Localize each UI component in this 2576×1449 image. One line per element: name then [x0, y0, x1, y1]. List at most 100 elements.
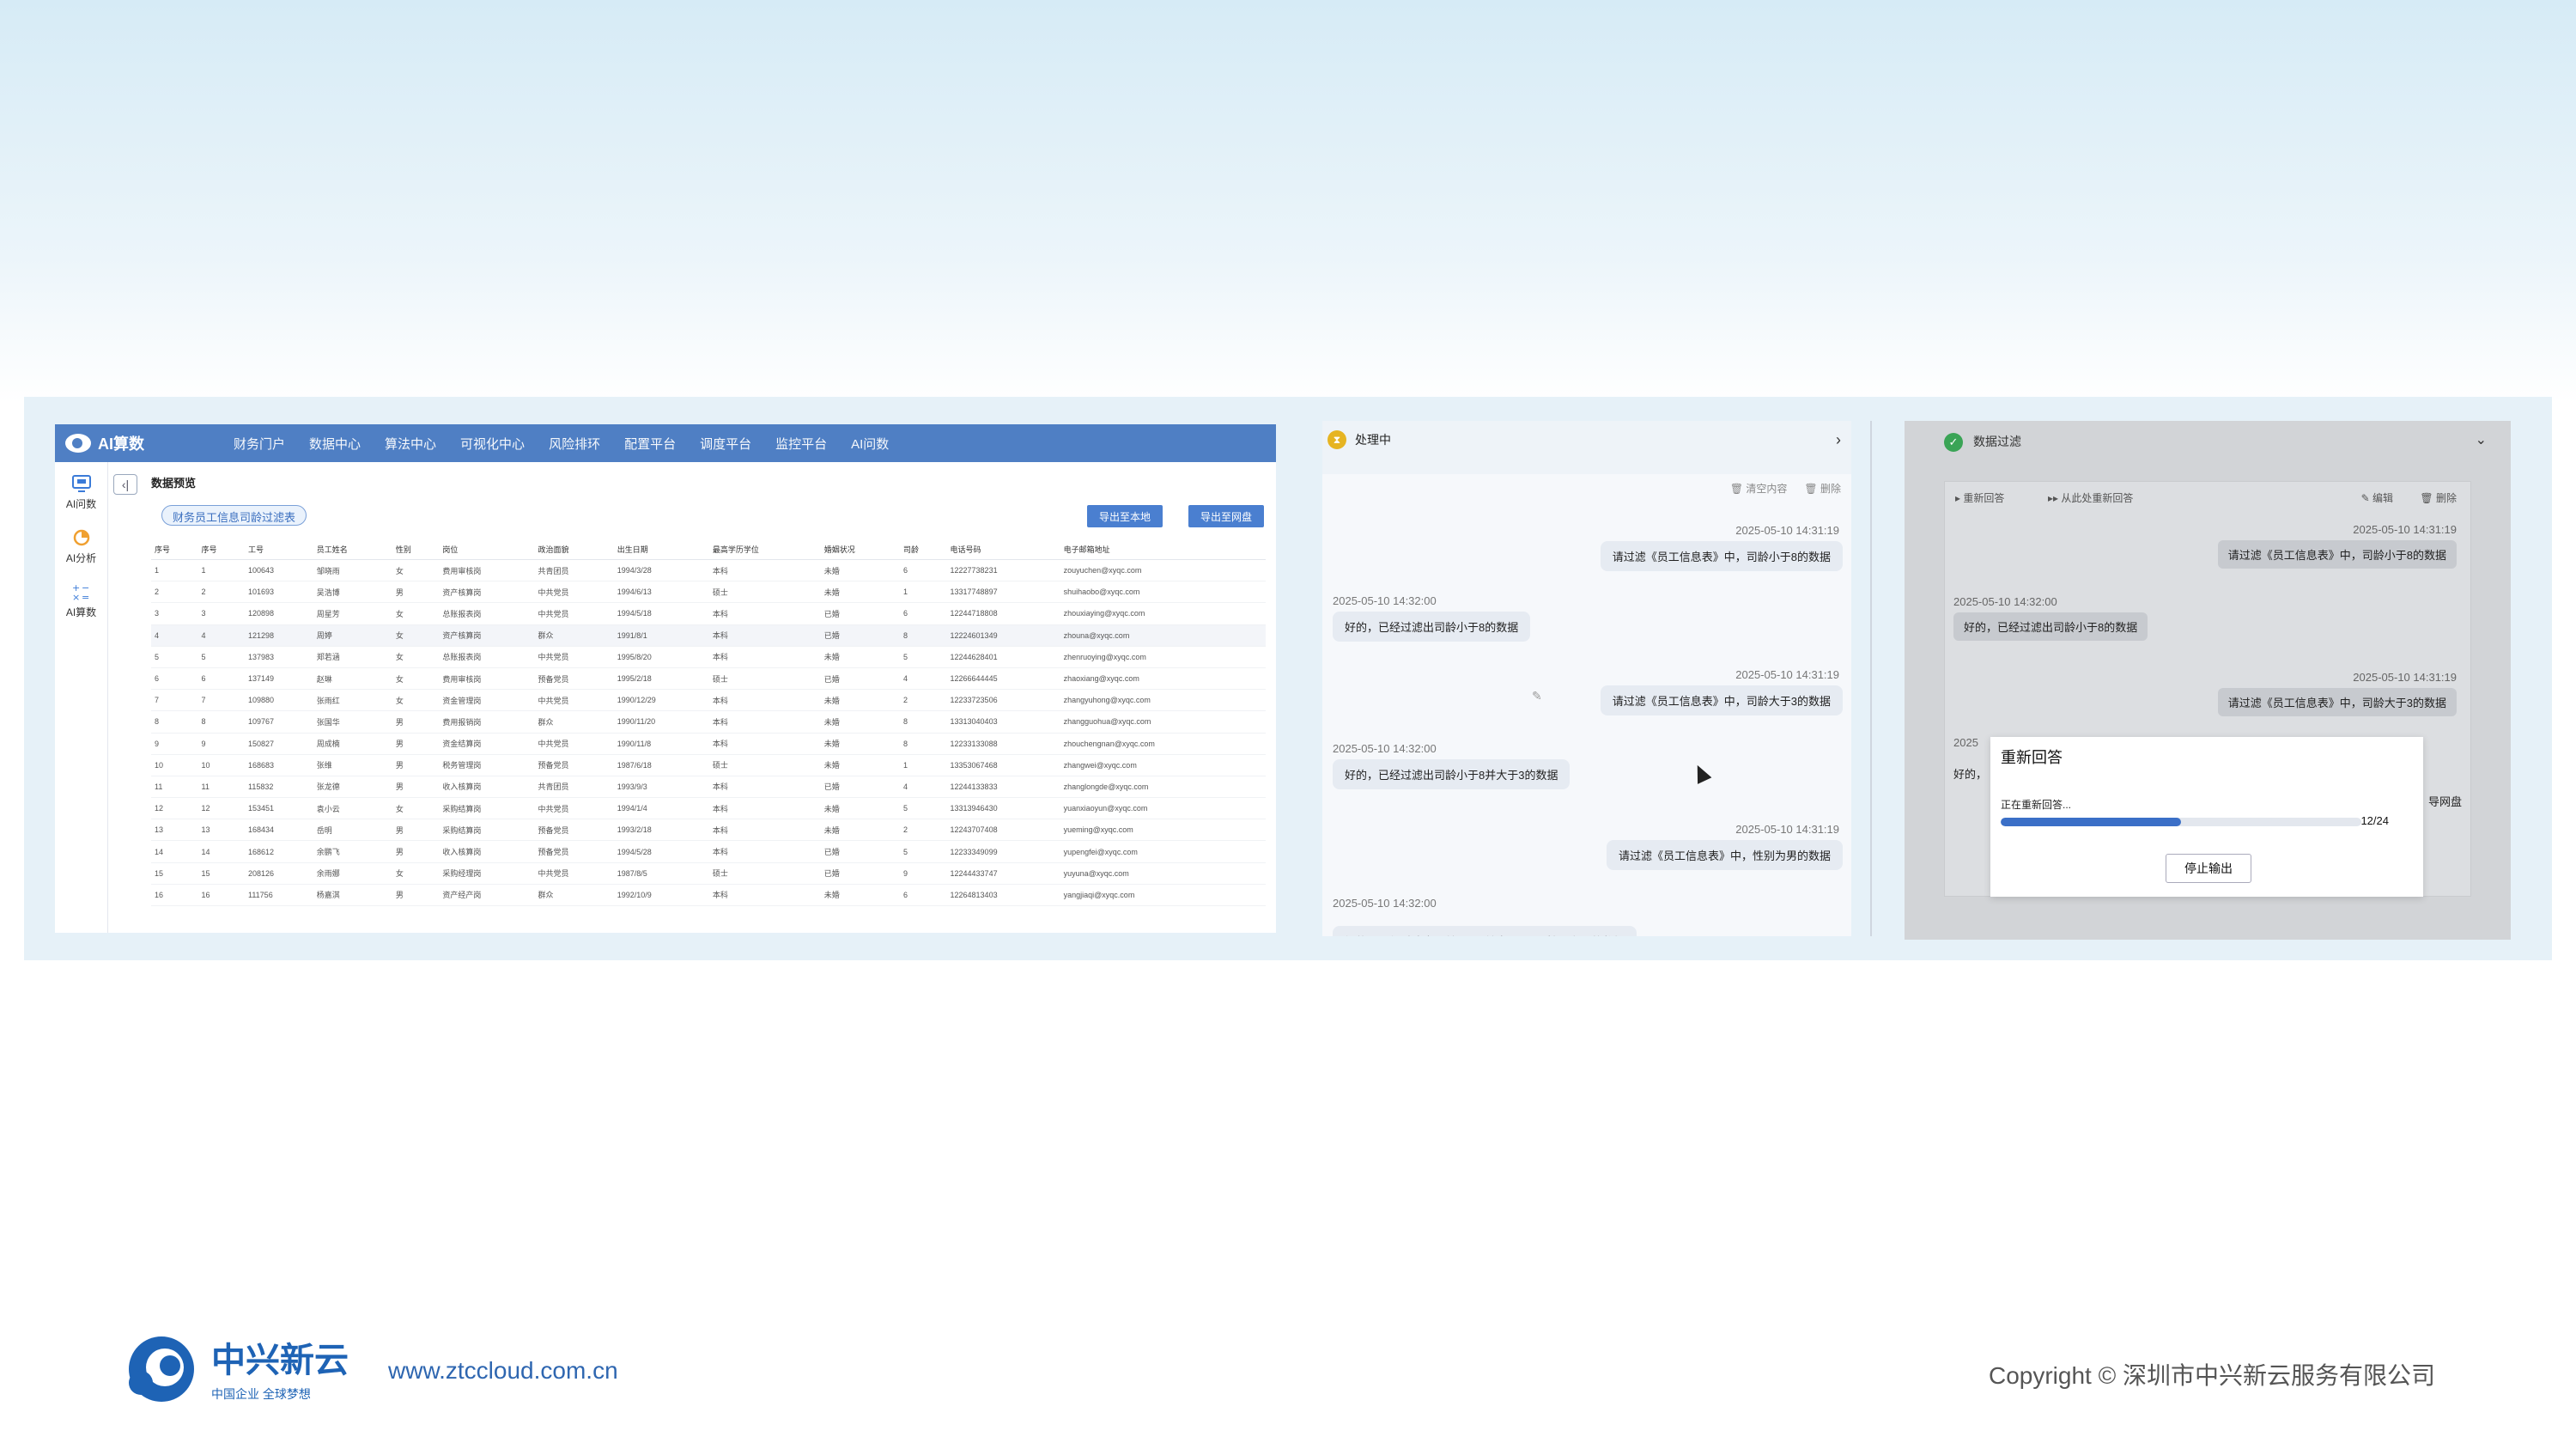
- table-cell: 周成楠: [313, 733, 392, 755]
- column-header[interactable]: 序号: [151, 539, 198, 560]
- table-row[interactable]: 16 16 111756 杨嘉淇男资产经产岗 群众 1992/10/9 本科 未婚 6 12264…: [151, 884, 1266, 907]
- app-logo[interactable]: AI算数: [65, 432, 220, 454]
- table-cell: 未婚: [820, 646, 901, 668]
- table-row[interactable]: 12 12 153451 袁小云女采购结算岗 中共党员 1994/1/4 本科 未婚 5 1331…: [151, 797, 1266, 820]
- table-cell: 15: [151, 862, 198, 885]
- nav-item[interactable]: 算法中心: [385, 435, 436, 453]
- edit-icon[interactable]: ✎: [1532, 689, 1542, 703]
- column-header[interactable]: 政治面貌: [534, 539, 614, 560]
- user-message: 请过滤《员工信息表》中，司龄大于3的数据: [1600, 685, 1843, 715]
- table-cell: 总账报表岗: [439, 646, 535, 668]
- regenerate-from-here-button[interactable]: ▸▸ 从此处重新回答: [2048, 490, 2133, 505]
- sidebar-item-ai-calc[interactable]: + − × = AI算数: [66, 582, 96, 619]
- nav-item[interactable]: AI问数: [851, 435, 889, 453]
- table-cell: 1990/12/29: [613, 689, 709, 712]
- stop-output-button[interactable]: 停止输出: [2166, 854, 2251, 883]
- table-row[interactable]: 13 13 168434 岳明男采购结算岗 预备党员 1993/2/18 本科 未婚 2 1224…: [151, 819, 1266, 842]
- nav-item[interactable]: 调度平台: [700, 435, 751, 453]
- edit-button[interactable]: ✎ 编辑: [2361, 490, 2393, 505]
- table-row[interactable]: 4 4 121298 周婷女资产核算岗 群众 1991/8/1 本科 已婚 8 122246013…: [151, 624, 1266, 647]
- table-row[interactable]: 6 6 137149 赵琳女费用审核岗 预备党员 1995/2/18 硕士 已婚 4 122666…: [151, 667, 1266, 691]
- table-cell: 3: [151, 602, 198, 625]
- chevron-right-icon[interactable]: ›: [1836, 431, 1841, 449]
- table-cell: 未婚: [820, 689, 901, 712]
- table-cell: 本科: [708, 646, 821, 668]
- table-cell: 6: [900, 559, 947, 582]
- table-cell: 4: [900, 776, 947, 799]
- filter-tag[interactable]: 财务员工信息司龄过滤表: [161, 505, 307, 526]
- nav-item[interactable]: 财务门户: [234, 435, 285, 453]
- table-row[interactable]: 8 8 109767 张国华男费用报销岗 群众 1990/11/20 本科 未婚 8 133130…: [151, 710, 1266, 734]
- table-cell: 预备党员: [534, 840, 614, 863]
- collapse-sidebar-button[interactable]: ‹|: [113, 474, 137, 495]
- chat-header[interactable]: ⧗ 处理中 ›: [1322, 421, 1851, 459]
- sidebar-item-ai-ask[interactable]: AI问数: [66, 474, 96, 511]
- table-row[interactable]: 15 15 208126 余雨娜女采购经理岗 中共党员 1987/8/5 硕士 已婚 9 1224…: [151, 862, 1266, 885]
- clear-button[interactable]: 🗑 清空内容: [1730, 481, 1788, 496]
- table-row[interactable]: 5 5 137983 郑若涵女总账报表岗 中共党员 1995/8/20 本科 未婚 5 12244…: [151, 646, 1266, 668]
- table-row[interactable]: 7 7 109880 张雨红女资金管理岗 中共党员 1990/12/29 本科 未婚 2 1223…: [151, 689, 1266, 712]
- table-row[interactable]: 3 3 120898 周星芳女总账报表岗 中共党员 1994/5/18 本科 已婚 6 12244…: [151, 602, 1266, 625]
- table-cell: 张国华: [313, 710, 392, 734]
- delete-button[interactable]: 🗑 删除: [2420, 490, 2457, 505]
- table-cell: 男: [392, 776, 440, 799]
- table-cell: 3: [197, 602, 245, 625]
- column-header[interactable]: 婚姻状况: [820, 539, 901, 560]
- column-header[interactable]: 员工姓名: [313, 539, 392, 560]
- export-local-button[interactable]: 导出至本地: [1086, 505, 1163, 527]
- table-cell: 1990/11/8: [613, 733, 709, 755]
- table-row[interactable]: 9 9 150827 周成楠男资金结算岗 中共党员 1990/11/8 本科 未婚 8 12233…: [151, 733, 1266, 755]
- progress-fill: [2001, 818, 2181, 826]
- table-cell: 11: [151, 776, 198, 799]
- nav-item[interactable]: 数据中心: [309, 435, 361, 453]
- table-row[interactable]: 10 10 168683 张维男税务管理岗 预备党员 1987/6/18 硕士 未婚 1 1335…: [151, 754, 1266, 776]
- chevron-down-icon[interactable]: ⌄: [2476, 431, 2487, 448]
- delete-button[interactable]: 🗑 删除: [1804, 481, 1841, 496]
- column-header[interactable]: 最高学历学位: [708, 539, 821, 560]
- footer-website-link[interactable]: www.ztccloud.com.cn: [388, 1357, 618, 1385]
- table-row[interactable]: 2 2 101693 吴浩博男资产核算岗 中共党员 1994/6/13 硕士 未婚 1 13317…: [151, 581, 1266, 604]
- table-cell: 15: [197, 862, 245, 885]
- panel-divider: [1870, 421, 1872, 936]
- column-header[interactable]: 电子邮箱地址: [1060, 539, 1266, 560]
- footer-brand: 中兴新云: [211, 1342, 349, 1379]
- right-status: 数据过滤: [1973, 435, 2021, 448]
- nav-item[interactable]: 风险排环: [549, 435, 600, 453]
- table-cell: 已婚: [820, 602, 901, 625]
- table-cell: 8: [900, 733, 947, 755]
- column-header[interactable]: 司龄: [900, 539, 947, 560]
- table-cell: 1994/1/4: [613, 797, 709, 820]
- table-cell: 女: [392, 646, 440, 668]
- table-cell: 女: [392, 689, 440, 712]
- table-cell: 未婚: [820, 819, 901, 842]
- column-header[interactable]: 工号: [245, 539, 313, 560]
- nav-item[interactable]: 配置平台: [624, 435, 676, 453]
- column-header[interactable]: 性别: [392, 539, 440, 560]
- table-row[interactable]: 11 11 115832 张龙德男收入核算岗 共青团员 1993/9/3 本科 已婚 4 1224…: [151, 776, 1266, 799]
- table-cell: zhouxiaying@xyqc.com: [1060, 602, 1266, 625]
- nav-item[interactable]: 可视化中心: [460, 435, 525, 453]
- table-cell: zouyuchen@xyqc.com: [1060, 559, 1266, 582]
- table-cell: 男: [392, 710, 440, 734]
- table-cell: zhangyuhong@xyqc.com: [1060, 689, 1266, 712]
- column-header[interactable]: 出生日期: [613, 539, 709, 560]
- table-cell: 预备党员: [534, 819, 614, 842]
- column-header[interactable]: 电话号码: [946, 539, 1060, 560]
- sidebar-item-ai-analysis[interactable]: AI分析: [66, 528, 96, 565]
- clear-label: 清空内容: [1746, 483, 1788, 495]
- table-cell: 12233349099: [946, 840, 1060, 863]
- right-header[interactable]: ✓ 数据过滤 ⌄: [1905, 421, 2511, 462]
- column-header[interactable]: 序号: [197, 539, 245, 560]
- table-cell: 1995/8/20: [613, 646, 709, 668]
- column-header[interactable]: 岗位: [439, 539, 535, 560]
- table-cell: 周星芳: [313, 602, 392, 625]
- table-cell: 男: [392, 884, 440, 907]
- table-row[interactable]: 14 14 168612 余鹏飞男收入核算岗 预备党员 1994/5/28 本科 已婚 5 122…: [151, 840, 1266, 863]
- export-cloud-button[interactable]: 导出至网盘: [1188, 505, 1264, 527]
- table-row[interactable]: 1 1 100643 邹晓雨女费用审核岗 共青团员 1994/3/28 本科 未婚 6 12227…: [151, 559, 1266, 582]
- nav-item[interactable]: 监控平台: [775, 435, 827, 453]
- regenerate-button[interactable]: ▸ 重新回答: [1955, 490, 2004, 505]
- table-cell: 153451: [245, 797, 313, 820]
- table-cell: 12243707408: [946, 819, 1060, 842]
- message-time: 2025-05-10 14:32:00: [1333, 897, 1437, 910]
